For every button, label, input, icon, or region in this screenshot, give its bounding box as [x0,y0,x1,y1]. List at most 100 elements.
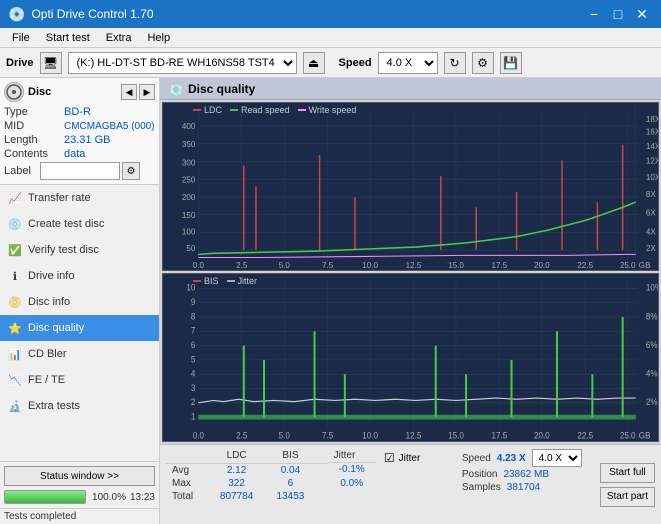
chart2-svg: 10 9 8 7 6 5 4 3 2 1 10% 8% 6% 4% 2% [163,274,658,441]
nav-disc-info[interactable]: 📀 Disc info [0,289,159,315]
svg-text:10.0: 10.0 [362,430,378,441]
minimize-button[interactable]: − [583,3,605,25]
col-ldc: LDC [208,449,265,463]
max-label: Max [166,477,208,490]
disc-type-value: BD-R [64,106,91,118]
nav-verify-test-disc[interactable]: ✅ Verify test disc [0,237,159,263]
svg-text:8X: 8X [646,190,656,199]
start-full-button[interactable]: Start full [600,463,655,483]
nav-fe-te[interactable]: 📉 FE / TE [0,367,159,393]
disc-type-row: Type BD-R [4,106,155,118]
svg-text:4: 4 [191,368,196,379]
progress-row: 100.0% 13:23 [4,490,155,504]
stats-table: LDC BIS Jitter Avg 2.12 0.04 -0.1% [166,449,376,503]
speed-select[interactable]: 4.0 X [378,52,438,74]
drive-select[interactable]: (K:) HL-DT-ST BD-RE WH16NS58 TST4 [68,52,297,74]
jitter-checkbox-icon[interactable]: ☑ [384,451,395,465]
total-bis: 13453 [265,490,315,503]
svg-text:4X: 4X [646,227,656,236]
titlebar: 💿 Opti Drive Control 1.70 − □ ✕ [0,0,661,28]
start-part-button[interactable]: Start part [600,487,655,507]
total-ldc: 807784 [208,490,265,503]
menu-extra[interactable]: Extra [98,30,140,46]
svg-text:10X: 10X [646,173,658,182]
disc-next-btn[interactable]: ▶ [139,84,155,100]
nav-transfer-rate[interactable]: 📈 Transfer rate [0,185,159,211]
panel-title: Disc quality [188,82,255,96]
nav-create-test-disc[interactable]: 💿 Create test disc [0,211,159,237]
disc-info-icon: 📀 [8,295,22,309]
refresh-button[interactable]: ↻ [444,52,466,74]
disc-label-btn[interactable]: ⚙ [122,162,140,180]
create-test-disc-icon: 💿 [8,217,22,231]
jitter-row: ☑ Jitter [384,451,454,465]
stats-speed-select[interactable]: 4.0 X [532,449,582,467]
svg-text:250: 250 [182,175,196,184]
start-buttons: Start full Start part [600,449,655,520]
charts-area: LDC Read speed Write speed [160,100,661,444]
drivebar: Drive 🖥 (K:) HL-DT-ST BD-RE WH16NS58 TST… [0,48,661,78]
progress-bar [4,490,86,504]
svg-text:20.0: 20.0 [534,430,550,441]
disc-prev-btn[interactable]: ◀ [121,84,137,100]
svg-text:10%: 10% [646,282,658,293]
transfer-rate-icon: 📈 [8,191,22,205]
progress-bar-fill [5,491,85,503]
menubar: File Start test Extra Help [0,28,661,48]
cd-bler-icon: 📊 [8,347,22,361]
content-area: 💿 Disc quality LDC Read speed [160,78,661,524]
disc-info-panel: Disc ◀ ▶ Type BD-R MID CMCMAGBA5 (000) L… [0,78,159,185]
speed-position-section: Speed 4.23 X 4.0 X Position 23862 MB Sam… [462,449,592,520]
settings-button[interactable]: ⚙ [472,52,494,74]
jitter-label: Jitter [399,453,421,464]
svg-text:5.0: 5.0 [279,261,291,270]
col-bis: BIS [265,449,315,463]
fe-te-icon: 📉 [8,373,22,387]
chart-ldc: LDC Read speed Write speed [162,102,659,271]
svg-text:50: 50 [186,244,195,253]
drive-icon-btn[interactable]: 🖥 [40,52,62,74]
legend-write-speed: Write speed [298,105,357,115]
menu-file[interactable]: File [4,30,38,46]
svg-text:12.5: 12.5 [406,430,422,441]
disc-label-input[interactable] [40,162,120,180]
nav-extra-tests[interactable]: 🔬 Extra tests [0,393,159,419]
avg-ldc: 2.12 [208,463,265,477]
eject-button[interactable]: ⏏ [303,52,325,74]
svg-text:2%: 2% [646,397,658,408]
close-button[interactable]: ✕ [631,3,653,25]
disc-length-value: 23.31 GB [64,134,110,146]
svg-text:5: 5 [191,354,196,365]
nav-drive-info[interactable]: ℹ Drive info [0,263,159,289]
status-completed: Tests completed [0,508,159,524]
svg-text:6X: 6X [646,209,656,218]
svg-text:2.5: 2.5 [236,261,248,270]
maximize-button[interactable]: □ [607,3,629,25]
disc-label-row: Label ⚙ [4,162,155,180]
extra-tests-icon: 🔬 [8,399,22,413]
progress-text: 100.0% [90,492,126,503]
menu-help[interactable]: Help [139,30,178,46]
svg-text:12X: 12X [646,156,658,165]
stats-total-row: Total 807784 13453 [166,490,376,503]
chart2-legend: BIS Jitter [193,276,257,286]
svg-text:2X: 2X [646,244,656,253]
menu-start-test[interactable]: Start test [38,30,98,46]
svg-text:1: 1 [191,411,196,422]
col-jitter: Jitter [328,449,376,463]
speed-display: 4.23 X [497,453,526,464]
samples-value: 381704 [507,482,540,493]
nav-disc-quality[interactable]: ⭐ Disc quality [0,315,159,341]
svg-text:100: 100 [182,227,196,236]
svg-text:15.0: 15.0 [448,261,464,270]
legend-read-speed: Read speed [230,105,290,115]
svg-text:6%: 6% [646,339,658,350]
svg-text:7.5: 7.5 [322,261,334,270]
svg-text:18X: 18X [646,115,658,124]
svg-text:150: 150 [182,211,196,220]
main-layout: Disc ◀ ▶ Type BD-R MID CMCMAGBA5 (000) L… [0,78,661,524]
save-button[interactable]: 💾 [500,52,522,74]
status-window-button[interactable]: Status window >> [4,466,155,486]
nav-cd-bler[interactable]: 📊 CD Bler [0,341,159,367]
speed-row: Speed 4.23 X 4.0 X [462,449,592,467]
